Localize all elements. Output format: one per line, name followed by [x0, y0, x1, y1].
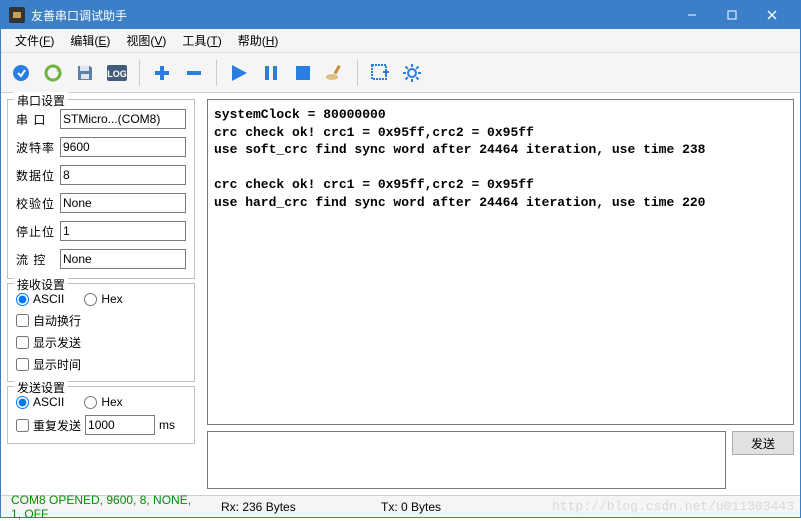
window-title: 友善串口调试助手: [31, 7, 672, 24]
port-select[interactable]: STMicro...(COM8): [60, 109, 186, 129]
flow-label: 流 控: [16, 251, 60, 268]
stopbits-row: 停止位 1: [16, 220, 186, 242]
menu-help[interactable]: 帮助(H): [230, 30, 287, 52]
menu-edit-text: 编辑(: [70, 34, 98, 48]
left-panel: 串口设置 串 口 STMicro...(COM8) 波特率 9600 数据位 8…: [1, 93, 201, 495]
save-button[interactable]: [71, 59, 99, 87]
minus-button[interactable]: [180, 59, 208, 87]
interval-unit: ms: [159, 418, 175, 432]
right-panel: systemClock = 80000000 crc check ok! crc…: [201, 93, 800, 495]
stop-button[interactable]: [289, 59, 317, 87]
repeat-interval-input[interactable]: [85, 415, 155, 435]
databits-label: 数据位: [16, 167, 60, 184]
toolbar: LOG: [1, 53, 800, 93]
connect-button[interactable]: [7, 59, 35, 87]
send-ascii-radio[interactable]: ASCII: [16, 395, 64, 409]
showtime-checkbox[interactable]: 显示时间: [16, 356, 186, 373]
menu-file-text: 文件(: [15, 34, 43, 48]
window-buttons: [672, 1, 792, 29]
menu-tools-text: 工具(: [182, 34, 210, 48]
serial-settings-group: 串口设置 串 口 STMicro...(COM8) 波特率 9600 数据位 8…: [7, 99, 195, 279]
plus-button[interactable]: [148, 59, 176, 87]
baud-label: 波特率: [16, 139, 60, 156]
databits-select[interactable]: 8: [60, 165, 186, 185]
status-connection: COM8 OPENED, 9600, 8, NONE, 1, OFF: [1, 493, 211, 521]
send-settings-group: 发送设置 ASCII Hex 重复发送 ms: [7, 386, 195, 444]
parity-label: 校验位: [16, 195, 60, 212]
menu-view[interactable]: 视图(V): [118, 30, 174, 52]
send-format-radios: ASCII Hex: [16, 395, 186, 409]
content-area: 串口设置 串 口 STMicro...(COM8) 波特率 9600 数据位 8…: [1, 93, 800, 495]
parity-row: 校验位 None: [16, 192, 186, 214]
recv-format-radios: ASCII Hex: [16, 292, 186, 306]
port-row: 串 口 STMicro...(COM8): [16, 108, 186, 130]
flow-row: 流 控 None: [16, 248, 186, 270]
recv-settings-title: 接收设置: [14, 276, 68, 293]
menu-help-text: 帮助(: [238, 34, 266, 48]
output-textarea[interactable]: systemClock = 80000000 crc check ok! crc…: [207, 99, 794, 425]
baud-row: 波特率 9600: [16, 136, 186, 158]
autowrap-checkbox[interactable]: 自动换行: [16, 312, 186, 329]
refresh-button[interactable]: [39, 59, 67, 87]
titlebar[interactable]: 友善串口调试助手: [1, 1, 800, 29]
status-rx: Rx: 236 Bytes: [211, 500, 371, 514]
port-label: 串 口: [16, 111, 60, 128]
pause-button[interactable]: [257, 59, 285, 87]
clear-button[interactable]: [321, 59, 349, 87]
send-button[interactable]: 发送: [732, 431, 794, 455]
serial-settings-title: 串口设置: [14, 92, 68, 109]
send-hex-radio[interactable]: Hex: [84, 395, 122, 409]
close-button[interactable]: [752, 1, 792, 29]
newwindow-button[interactable]: [366, 59, 394, 87]
settings-button[interactable]: [398, 59, 426, 87]
maximize-button[interactable]: [712, 1, 752, 29]
databits-row: 数据位 8: [16, 164, 186, 186]
stopbits-label: 停止位: [16, 223, 60, 240]
svg-text:LOG: LOG: [107, 69, 127, 79]
menu-view-text: 视图(: [126, 34, 154, 48]
repeat-send-row: 重复发送 ms: [16, 415, 186, 435]
menu-file[interactable]: 文件(F): [7, 30, 62, 52]
status-tx: Tx: 0 Bytes: [371, 500, 511, 514]
send-area: 发送: [207, 431, 794, 489]
parity-select[interactable]: None: [60, 193, 186, 213]
log-button[interactable]: LOG: [103, 59, 131, 87]
stopbits-select[interactable]: 1: [60, 221, 186, 241]
menubar: 文件(F) 编辑(E) 视图(V) 工具(T) 帮助(H): [1, 29, 800, 53]
flow-select[interactable]: None: [60, 249, 186, 269]
baud-select[interactable]: 9600: [60, 137, 186, 157]
toolbar-sep-3: [357, 60, 358, 86]
toolbar-sep-1: [139, 60, 140, 86]
toolbar-sep-2: [216, 60, 217, 86]
recv-settings-group: 接收设置 ASCII Hex 自动换行 显示发送 显示时间: [7, 283, 195, 382]
app-icon: [9, 7, 25, 23]
minimize-button[interactable]: [672, 1, 712, 29]
watermark-text: http://blog.csdn.net/u011303443: [511, 499, 800, 514]
recv-hex-radio[interactable]: Hex: [84, 292, 122, 306]
send-settings-title: 发送设置: [14, 379, 68, 396]
recv-ascii-radio[interactable]: ASCII: [16, 292, 64, 306]
play-button[interactable]: [225, 59, 253, 87]
menu-edit[interactable]: 编辑(E): [62, 30, 118, 52]
showsend-checkbox[interactable]: 显示发送: [16, 334, 186, 351]
statusbar: COM8 OPENED, 9600, 8, NONE, 1, OFF Rx: 2…: [1, 495, 800, 517]
send-input[interactable]: [207, 431, 726, 489]
repeat-send-checkbox[interactable]: 重复发送: [16, 417, 81, 434]
menu-tools[interactable]: 工具(T): [174, 30, 229, 52]
